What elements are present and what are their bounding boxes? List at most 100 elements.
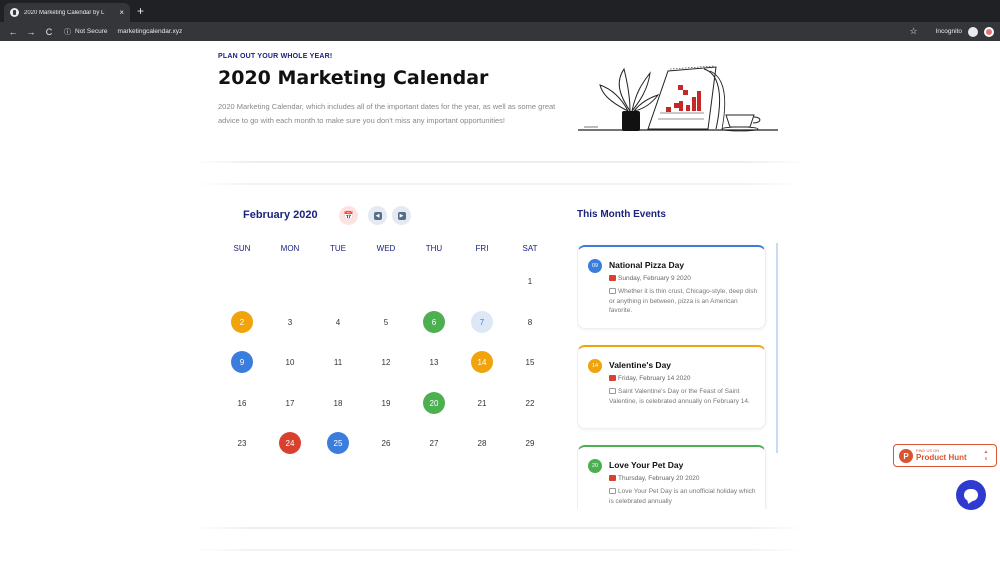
- incognito-label: Incognito: [935, 28, 962, 35]
- hero-eyebrow: PLAN OUT YOUR WHOLE YEAR!: [218, 53, 333, 60]
- event-note: Saint Valentine's Day or the Feast of Sa…: [609, 388, 750, 405]
- weekday-label: FRI: [475, 244, 489, 253]
- site-favicon-icon: [10, 8, 19, 17]
- calendar-day[interactable]: 27: [423, 432, 445, 454]
- weekday-label: TUE: [330, 244, 346, 253]
- calendar-day[interactable]: 6: [423, 311, 445, 333]
- calendar-icon: [609, 475, 616, 481]
- tab-title: 2020 Marketing Calendar by L: [24, 9, 105, 16]
- calendar-day[interactable]: 17: [279, 392, 301, 414]
- event-date-badge: 20: [588, 459, 602, 473]
- calendar-day[interactable]: 15: [519, 351, 541, 373]
- comment-icon: [609, 388, 616, 394]
- info-icon[interactable]: ⓘ: [64, 27, 71, 37]
- event-name[interactable]: Love Your Pet Day: [609, 460, 683, 470]
- calendar-day[interactable]: 22: [519, 392, 541, 414]
- browser-tab-bar: 2020 Marketing Calendar by L × +: [0, 0, 1000, 22]
- calendar-day[interactable]: 3: [279, 311, 301, 333]
- calendar-day[interactable]: 23: [231, 432, 253, 454]
- browser-tab[interactable]: 2020 Marketing Calendar by L ×: [4, 3, 130, 22]
- section-divider: [193, 161, 805, 163]
- calendar-day[interactable]: 14: [471, 351, 493, 373]
- section-divider: [193, 527, 805, 529]
- calendar-day[interactable]: 25: [327, 432, 349, 454]
- calendar-day[interactable]: 24: [279, 432, 301, 454]
- event-card[interactable]: 20 Love Your Pet Day Thursday, February …: [577, 445, 766, 509]
- calendar-day[interactable]: 7: [471, 311, 493, 333]
- chat-bubble-icon: [964, 489, 978, 501]
- calendar-day[interactable]: 20: [423, 392, 445, 414]
- weekday-label: SAT: [522, 244, 538, 253]
- calendar-day[interactable]: 18: [327, 392, 349, 414]
- next-month-button[interactable]: ▶: [392, 206, 411, 225]
- product-hunt-label: Product Hunt: [916, 453, 967, 462]
- page-title: 2020 Marketing Calendar: [218, 67, 489, 89]
- comment-icon: [609, 288, 616, 294]
- calendar-day[interactable]: 10: [279, 351, 301, 373]
- weekday-label: THU: [425, 244, 443, 253]
- arrow-right-icon: ▶: [397, 211, 406, 220]
- address-bar[interactable]: ⓘ Not Secure marketingcalendar.xyz: [64, 24, 182, 39]
- weekday-label: MON: [280, 244, 300, 253]
- calendar-day[interactable]: 8: [519, 311, 541, 333]
- section-divider: [193, 549, 805, 551]
- calendar-day[interactable]: 16: [231, 392, 253, 414]
- hero-illustration: [578, 65, 778, 132]
- forward-icon[interactable]: →: [26, 27, 36, 37]
- calendar-day[interactable]: 19: [375, 392, 397, 414]
- event-card[interactable]: 14 Valentine's Day Friday, February 14 2…: [577, 345, 766, 429]
- event-date-badge: 14: [588, 359, 602, 373]
- calendar-day[interactable]: 26: [375, 432, 397, 454]
- event-date-badge: 09: [588, 259, 602, 273]
- tab-close-icon[interactable]: ×: [119, 8, 124, 17]
- today-button[interactable]: 📅: [339, 206, 358, 225]
- calendar-icon: 📅: [343, 211, 354, 220]
- calendar-day[interactable]: 1: [519, 270, 541, 292]
- calendar-day[interactable]: 12: [375, 351, 397, 373]
- calendar-day[interactable]: 21: [471, 392, 493, 414]
- calendar-day[interactable]: 11: [327, 351, 349, 373]
- event-date: Friday, February 14 2020: [609, 375, 691, 382]
- product-hunt-badge[interactable]: P FIND US ON Product Hunt ▲ 5: [893, 444, 997, 467]
- calendar-day[interactable]: 9: [231, 351, 253, 373]
- browser-toolbar: ← → C ⓘ Not Secure marketingcalendar.xyz…: [0, 22, 1000, 41]
- calendar-day[interactable]: 28: [471, 432, 493, 454]
- calendar-day[interactable]: 13: [423, 351, 445, 373]
- event-note: Whether it is thin crust, Chicago-style,…: [609, 288, 758, 314]
- calendar-day[interactable]: 29: [519, 432, 541, 454]
- events-list[interactable]: 09 National Pizza Day Sunday, February 9…: [577, 243, 780, 509]
- month-label: February 2020: [243, 209, 318, 221]
- event-date: Thursday, February 20 2020: [609, 475, 700, 482]
- upvote-icon: ▲: [983, 449, 989, 454]
- calendar-day[interactable]: 5: [375, 311, 397, 333]
- incognito-icon[interactable]: [968, 26, 978, 37]
- extension-icon[interactable]: [984, 26, 994, 37]
- bookmark-star-icon[interactable]: ☆: [910, 26, 918, 37]
- hero-description: 2020 Marketing Calendar, which includes …: [218, 102, 556, 125]
- calendar-icon: [609, 275, 616, 281]
- product-hunt-logo-icon: P: [899, 449, 913, 463]
- event-note: Love Your Pet Day is an unofficial holid…: [609, 488, 756, 505]
- comment-icon: [609, 488, 616, 494]
- calendar-icon: [609, 375, 616, 381]
- prev-month-button[interactable]: ◀: [368, 206, 387, 225]
- event-name[interactable]: National Pizza Day: [609, 260, 684, 270]
- arrow-left-icon: ◀: [373, 211, 382, 220]
- reload-icon[interactable]: C: [44, 27, 54, 37]
- event-date: Sunday, February 9 2020: [609, 275, 691, 282]
- security-status: Not Secure: [75, 28, 108, 35]
- events-title: This Month Events: [577, 209, 666, 220]
- weekday-label: WED: [376, 244, 396, 253]
- event-card[interactable]: 09 National Pizza Day Sunday, February 9…: [577, 245, 766, 329]
- upvote-count: ▲ 5: [983, 449, 989, 461]
- back-icon[interactable]: ←: [8, 27, 18, 37]
- calendar-day[interactable]: 2: [231, 311, 253, 333]
- event-name[interactable]: Valentine's Day: [609, 360, 671, 370]
- chat-launcher-button[interactable]: [956, 480, 986, 510]
- events-scrollbar[interactable]: [776, 243, 778, 453]
- calendar-day[interactable]: 4: [327, 311, 349, 333]
- new-tab-button[interactable]: +: [137, 4, 144, 18]
- section-divider: [193, 183, 805, 185]
- weekday-label: SUN: [233, 244, 251, 253]
- url-text[interactable]: marketingcalendar.xyz: [118, 28, 183, 35]
